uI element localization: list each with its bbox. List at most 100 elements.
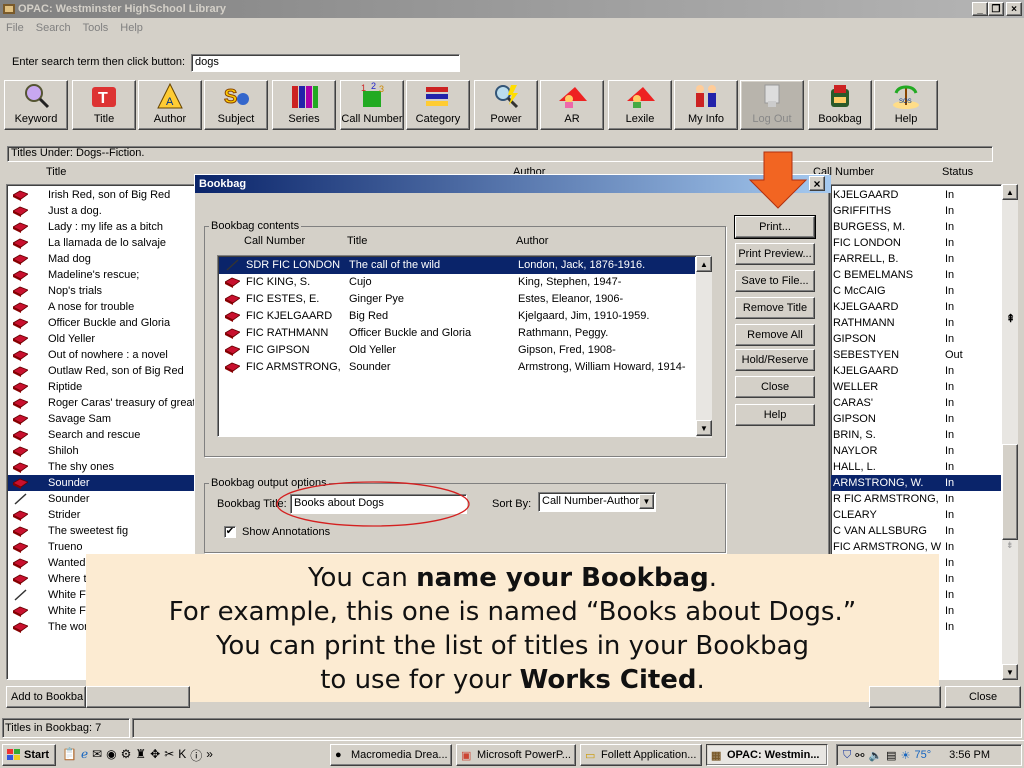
- toolbar-series-button[interactable]: Series: [272, 80, 336, 130]
- call-number-row[interactable]: KJELGAARD In: [831, 299, 1001, 315]
- call-number-row[interactable]: FARRELL, B. In: [831, 251, 1001, 267]
- bookbag-item[interactable]: FIC KING, S. Cujo King, Stephen, 1947-: [219, 274, 695, 291]
- minimize-button[interactable]: _: [972, 2, 988, 16]
- close-window-button[interactable]: ×: [1006, 2, 1022, 16]
- call-number-row[interactable]: C VAN ALLSBURG In: [831, 523, 1001, 539]
- call-number-row[interactable]: GIPSON In: [831, 331, 1001, 347]
- bb-scroll-down[interactable]: ▼: [696, 420, 712, 436]
- title-row[interactable]: Roger Caras' treasury of great dog stori…: [8, 395, 194, 411]
- title-row[interactable]: Just a dog.: [8, 203, 194, 219]
- monitor-icon[interactable]: ▤: [886, 749, 896, 762]
- weather-icon[interactable]: ☀: [901, 749, 911, 762]
- call-number-row[interactable]: BRIN, S. In: [831, 427, 1001, 443]
- dialog-hold-reserve-button[interactable]: Hold/Reserve: [735, 349, 815, 371]
- title-row[interactable]: Sounder: [8, 475, 194, 491]
- title-row[interactable]: Out of nowhere : a novel: [8, 347, 194, 363]
- title-row[interactable]: Old Yeller: [8, 331, 194, 347]
- call-number-row[interactable]: NAYLOR In: [831, 443, 1001, 459]
- call-number-row[interactable]: KJELGAARD In: [831, 187, 1001, 203]
- scroll-top-icon[interactable]: ⇞: [1006, 312, 1015, 325]
- bookbag-item[interactable]: FIC ARMSTRONG, Sounder Armstrong, William …: [219, 359, 695, 376]
- call-number-row[interactable]: SEBESTYEN Out: [831, 347, 1001, 363]
- title-row[interactable]: Shiloh: [8, 443, 194, 459]
- close-button[interactable]: Close: [945, 686, 1021, 708]
- scroll-bottom-icon[interactable]: ⇟: [1006, 540, 1014, 551]
- dialog-save-to-file-button[interactable]: Save to File...: [735, 270, 815, 292]
- dialog-close-button[interactable]: Close: [735, 376, 815, 398]
- title-row[interactable]: Officer Buckle and Gloria: [8, 315, 194, 331]
- bookbag-list[interactable]: ▲ ▼ SDR FIC LONDON The call of the wild Lo…: [217, 255, 712, 438]
- desktop-icon[interactable]: 📋: [62, 747, 77, 763]
- title-row[interactable]: The shy ones: [8, 459, 194, 475]
- call-number-row[interactable]: C McCAIG In: [831, 283, 1001, 299]
- title-row[interactable]: Riptide: [8, 379, 194, 395]
- title-row[interactable]: Trueno: [8, 539, 194, 555]
- toolbar-log-out-button[interactable]: Log Out: [740, 80, 804, 130]
- ie-icon[interactable]: ℯ: [81, 747, 88, 763]
- app-icon-4[interactable]: ✂: [164, 747, 174, 763]
- column-title[interactable]: Title: [46, 166, 66, 178]
- scroll-down-button[interactable]: ▼: [1002, 664, 1018, 680]
- column-status[interactable]: Status: [942, 166, 973, 178]
- call-number-row[interactable]: CARAS' In: [831, 395, 1001, 411]
- toolbar-title-button[interactable]: T Title: [72, 80, 136, 130]
- info-icon[interactable]: ⓘ: [190, 747, 202, 763]
- outlook-icon[interactable]: ✉: [92, 747, 102, 763]
- call-number-row[interactable]: R FIC ARMSTRONG, In: [831, 491, 1001, 507]
- dialog-help-button[interactable]: Help: [735, 404, 815, 426]
- dialog-print-button[interactable]: Print...: [734, 215, 816, 239]
- bb-scroll-up[interactable]: ▲: [696, 256, 712, 272]
- call-number-row[interactable]: GRIFFITHS In: [831, 203, 1001, 219]
- toolbar-ar-button[interactable]: AR: [540, 80, 604, 130]
- app-icon-1[interactable]: ⚙: [121, 747, 132, 763]
- task-macromedia[interactable]: ● Macromedia Drea...: [330, 744, 452, 766]
- title-row[interactable]: Search and rescue: [8, 427, 194, 443]
- scroll-up-button[interactable]: ▲: [1002, 184, 1018, 200]
- shield-icon[interactable]: ⛉: [843, 749, 851, 762]
- call-number-row[interactable]: CLEARY In: [831, 507, 1001, 523]
- toolbar-keyword-button[interactable]: Keyword: [4, 80, 68, 130]
- bottom-button-blank[interactable]: [869, 686, 941, 708]
- call-number-row[interactable]: C BEMELMANS In: [831, 267, 1001, 283]
- bookbag-item[interactable]: FIC RATHMANN Officer Buckle and Gloria Rat…: [219, 325, 695, 342]
- toolbar-subject-button[interactable]: S Subject: [204, 80, 268, 130]
- media-icon[interactable]: ◉: [106, 747, 116, 763]
- add-to-bookbag-button[interactable]: Add to Bookba: [6, 686, 86, 708]
- search-input[interactable]: dogs: [191, 54, 460, 72]
- more-icon[interactable]: »: [206, 747, 213, 763]
- dialog-remove-title-button[interactable]: Remove Title: [735, 297, 815, 319]
- task-follett[interactable]: ▭ Follett Application...: [580, 744, 702, 766]
- bookbag-item[interactable]: SDR FIC LONDON The call of the wild London…: [219, 257, 695, 274]
- app-icon-3[interactable]: ✥: [150, 747, 160, 763]
- toolbar-power-button[interactable]: Power: [474, 80, 538, 130]
- volume-icon[interactable]: 🔈: [868, 749, 882, 762]
- bookbag-scrollbar[interactable]: ▲ ▼: [696, 256, 712, 438]
- call-number-row[interactable]: BURGESS, M. In: [831, 219, 1001, 235]
- show-annotations-checkbox[interactable]: ✔: [224, 526, 236, 538]
- dialog-print-preview-button[interactable]: Print Preview...: [735, 243, 815, 265]
- title-row[interactable]: La llamada de lo salvaje: [8, 235, 194, 251]
- toolbar-category-button[interactable]: Category: [406, 80, 470, 130]
- dialog-close-icon[interactable]: ×: [809, 176, 825, 191]
- title-row[interactable]: Sounder: [8, 491, 194, 507]
- bb-header-title[interactable]: Title: [347, 235, 367, 247]
- bookbag-item[interactable]: FIC ESTES, E. Ginger Pye Estes, Eleanor, 1…: [219, 291, 695, 308]
- task-opac[interactable]: ▦ OPAC: Westmin...: [706, 744, 828, 766]
- title-row[interactable]: A nose for trouble: [8, 299, 194, 315]
- toolbar-lexile-button[interactable]: Lexile: [608, 80, 672, 130]
- title-row[interactable]: Mad dog: [8, 251, 194, 267]
- call-number-row[interactable]: HALL, L. In: [831, 459, 1001, 475]
- bb-header-call[interactable]: Call Number: [244, 235, 305, 247]
- call-number-row[interactable]: ARMSTRONG, W. In: [831, 475, 1001, 491]
- bookbag-item[interactable]: FIC KJELGAARD Big Red Kjelgaard, Jim, 1910…: [219, 308, 695, 325]
- menu-search[interactable]: Search: [30, 22, 77, 34]
- task-powerpoint[interactable]: ▣ Microsoft PowerP...: [456, 744, 576, 766]
- app-icon-5[interactable]: K: [178, 747, 186, 763]
- bottom-button-hidden[interactable]: [86, 686, 190, 708]
- call-number-row[interactable]: RATHMANN In: [831, 315, 1001, 331]
- title-row[interactable]: Outlaw Red, son of Big Red: [8, 363, 194, 379]
- bb-header-author[interactable]: Author: [516, 235, 548, 247]
- toolbar-my-info-button[interactable]: My Info: [674, 80, 738, 130]
- app-icon-2[interactable]: ♜: [135, 747, 146, 763]
- scroll-thumb[interactable]: [1002, 444, 1018, 540]
